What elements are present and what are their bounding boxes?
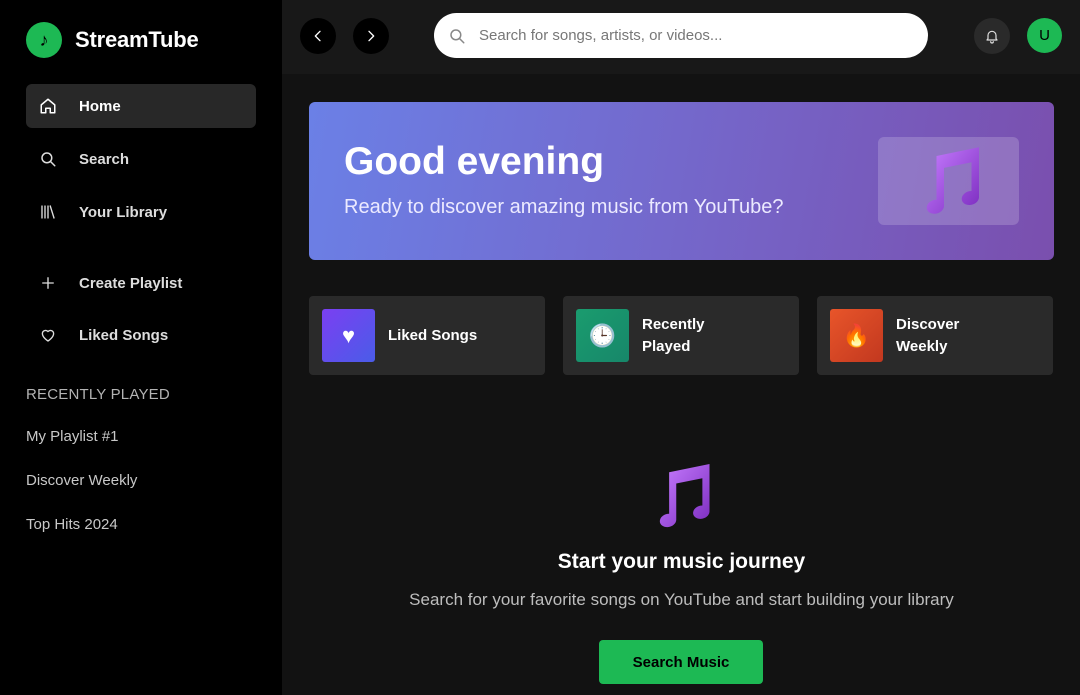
greeting-banner: Good evening Ready to discover amazing m… [309,102,1054,260]
search-icon [39,150,57,168]
greeting-title: Good evening [344,140,605,183]
quick-card-recently-played[interactable]: 🕒 Recently Played [563,296,799,375]
quick-card-label: Liked Songs [388,326,478,344]
heart-icon: ♥ [322,309,375,362]
fire-icon: 🔥 [830,309,883,362]
chevron-right-icon [368,30,375,42]
topbar: U [282,0,1080,74]
music-notes-icon [659,463,710,528]
sidebar-item-search[interactable]: Search [26,137,256,181]
search-input[interactable] [479,27,909,44]
library-icon [39,203,57,221]
notifications-button[interactable] [974,18,1010,54]
quick-card-discover-weekly[interactable]: 🔥 Discover Weekly [817,296,1053,375]
greeting-subtitle: Ready to discover amazing music from You… [344,196,784,218]
hero-artwork [878,137,1019,225]
sidebar-item-label: Search [79,150,130,168]
music-notes-icon [926,147,979,214]
recent-playlist-item[interactable]: Top Hits 2024 [26,516,118,533]
liked-songs-label: Liked Songs [79,326,169,344]
empty-state-title: Start your music journey [557,550,806,573]
sidebar-item-home[interactable]: Home [26,84,256,128]
forward-button[interactable] [353,18,389,54]
clock-icon: 🕒 [576,309,629,362]
sidebar-item-library[interactable]: Your Library [26,190,256,234]
heart-icon [39,326,57,344]
back-button[interactable] [300,18,336,54]
recent-playlist-item[interactable]: Discover Weekly [26,472,137,489]
brand[interactable]: ♪ StreamTube [26,22,199,58]
sidebar-item-label: Home [79,97,121,115]
recent-playlist-item[interactable]: My Playlist #1 [26,428,119,445]
sidebar: ♪ StreamTube Home Search Your Library Cr… [0,0,282,695]
search-music-button[interactable]: Search Music [599,640,763,684]
empty-state-subtitle: Search for your favorite songs on YouTub… [409,590,954,609]
quick-card-label: Recently Played [642,315,705,355]
recently-played-heading: RECENTLY PLAYED [26,386,170,403]
search-icon [450,28,465,43]
quick-card-liked-songs[interactable]: ♥ Liked Songs [309,296,545,375]
brand-name: StreamTube [75,27,199,52]
bell-icon [986,30,998,44]
home-icon [39,97,57,115]
chevron-left-icon [314,30,321,42]
create-playlist-label: Create Playlist [79,274,183,292]
avatar[interactable]: U [1027,18,1062,53]
quick-card-label: Discover Weekly [896,315,960,355]
liked-songs-link[interactable]: Liked Songs [26,313,256,357]
brand-logo-icon: ♪ [26,22,62,58]
create-playlist-button[interactable]: Create Playlist [26,261,256,305]
sidebar-item-label: Your Library [79,203,168,221]
plus-icon [39,274,57,292]
search-bar[interactable] [434,13,928,58]
